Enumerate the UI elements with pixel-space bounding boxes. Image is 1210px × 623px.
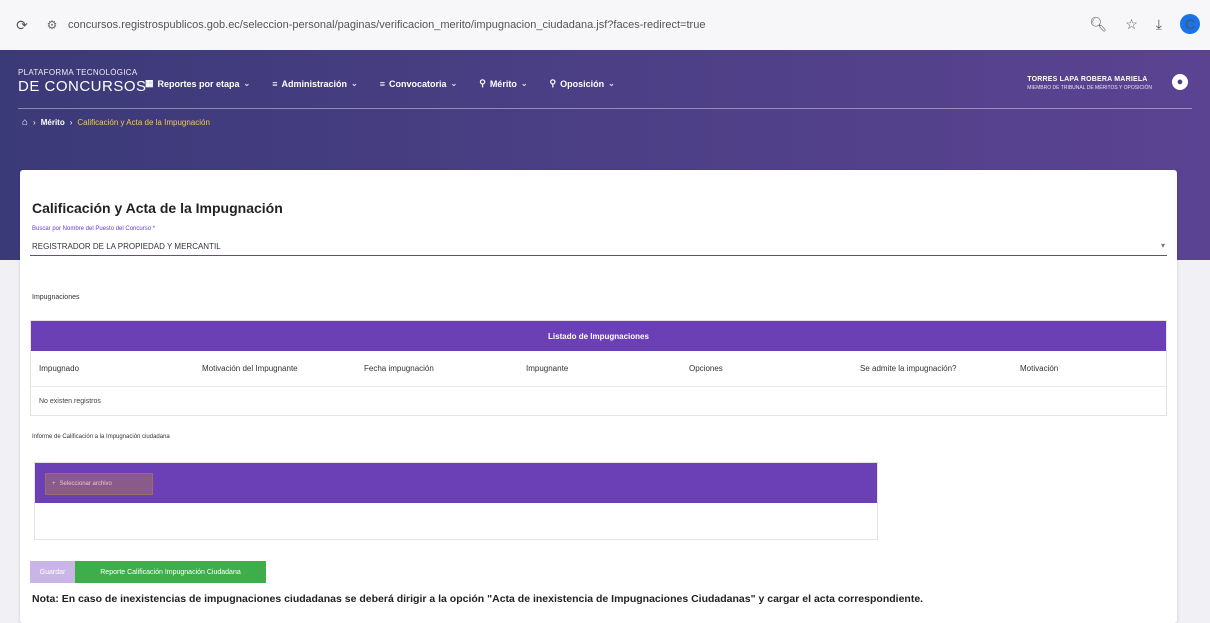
nav-oposicion-label: Oposición — [560, 78, 605, 89]
zoom-icon[interactable]: 🔍︎ — [1089, 16, 1107, 33]
report-icon: ▦ — [145, 78, 154, 88]
chevron-down-icon[interactable]: ▾ — [1161, 241, 1165, 250]
reload-icon[interactable]: ⟳ — [12, 17, 32, 34]
nav-merito[interactable]: ⚲ Mérito ⌄ — [479, 78, 527, 89]
table-header-row: Impugnado Motivación del Impugnante Fech… — [31, 351, 1166, 387]
plus-icon: + — [52, 481, 56, 487]
position-select-value: REGISTRADOR DE LA PROPIEDAD Y MERCANTIL — [32, 242, 221, 251]
chevron-down-icon: ⌄ — [243, 79, 251, 88]
user-info: TORRES LAPA ROBERA MARIELA MIEMBRO DE TR… — [1027, 76, 1152, 91]
breadcrumb: ⌂ › Mérito › Calificación y Acta de la I… — [22, 117, 210, 128]
brand-small-text: PLATAFORMA TECNOLÓGICA — [18, 68, 138, 77]
home-icon[interactable]: ⌂ — [22, 117, 28, 128]
admin-icon: ≡ — [272, 78, 278, 89]
nav-convocatoria[interactable]: ≡ Convocatoria ⌄ — [380, 78, 457, 89]
report-label: Informe de Calificación a la Impugnación… — [32, 434, 170, 440]
breadcrumb-item-merito[interactable]: Mérito — [41, 118, 65, 127]
select-label: Buscar por Nombre del Puesto del Concurs… — [32, 226, 156, 232]
chevron-down-icon: ⌄ — [520, 79, 528, 88]
user-icon: ⚲ — [479, 78, 486, 88]
save-button[interactable]: Guardar — [30, 561, 75, 583]
top-navigation: ▦ Reportes por etapa ⌄ ≡ Administración … — [145, 78, 615, 89]
nav-merito-label: Mérito — [489, 78, 517, 89]
select-file-label: Seleccionar archivo — [59, 481, 112, 487]
impugnaciones-table: Listado de Impugnaciones Impugnado Motiv… — [30, 320, 1167, 416]
position-select[interactable]: REGISTRADOR DE LA PROPIEDAD Y MERCANTIL … — [30, 238, 1167, 256]
column-header[interactable]: Impugnante — [518, 364, 681, 373]
nav-administracion[interactable]: ≡ Administración ⌄ — [272, 78, 357, 89]
nav-convocatoria-label: Convocatoria — [389, 78, 447, 89]
file-upload-bar: + Seleccionar archivo — [35, 463, 877, 503]
chevron-down-icon: ⌄ — [608, 79, 615, 88]
action-buttons: Guardar Reporte Calificación Impugnación… — [30, 561, 266, 583]
account-icon[interactable]: ● — [1172, 74, 1188, 90]
page-title: Calificación y Acta de la Impugnación — [32, 200, 283, 216]
column-header[interactable]: Opciones — [681, 364, 852, 373]
header-divider — [18, 108, 1192, 109]
brand-big-text: DE CONCURSOS — [18, 78, 147, 95]
user-name: TORRES LAPA ROBERA MARIELA — [1027, 76, 1148, 83]
column-header[interactable]: Motivación del Impugnante — [194, 364, 356, 373]
table-empty-message: No existen registros — [39, 397, 101, 405]
nav-oposicion[interactable]: ⚲ Oposición ⌄ — [550, 78, 615, 89]
breadcrumb-current: Calificación y Acta de la Impugnación — [77, 118, 210, 127]
browser-toolbar: ⟳ ⚙ concursos.registrospublicos.gob.ec/s… — [0, 0, 1210, 50]
download-icon[interactable]: ⤓ — [1156, 16, 1162, 33]
chevron-down-icon: ⌄ — [450, 79, 458, 88]
select-file-button[interactable]: + Seleccionar archivo — [45, 473, 153, 495]
report-button[interactable]: Reporte Calificación Impugnación Ciudada… — [75, 561, 266, 583]
browser-actions: 🔍︎ ☆ ⤓ C — [1089, 14, 1200, 34]
column-header[interactable]: Fecha impugnación — [356, 364, 518, 373]
file-upload-box: + Seleccionar archivo — [34, 462, 878, 540]
column-header[interactable]: Impugnado — [31, 364, 194, 373]
main-card: Calificación y Acta de la Impugnación Bu… — [20, 170, 1177, 623]
nav-reportes[interactable]: ▦ Reportes por etapa ⌄ — [145, 78, 250, 89]
note-text: Nota: En caso de inexistencias de impugn… — [32, 593, 924, 605]
list-icon: ≡ — [379, 78, 385, 89]
nav-administracion-label: Administración — [281, 78, 348, 89]
user-role: MIEMBRO DE TRIBUNAL DE MÉRITOS Y OPOSICI… — [1027, 85, 1152, 91]
profile-avatar[interactable]: C — [1180, 14, 1200, 34]
bookmark-star-icon[interactable]: ☆ — [1125, 16, 1138, 33]
column-header[interactable]: Se admite la impugnación? — [852, 364, 1012, 373]
table-title: Listado de Impugnaciones — [31, 321, 1166, 351]
impugnaciones-label: Impugnaciones — [32, 294, 80, 301]
address-bar[interactable]: concursos.registrospublicos.gob.ec/selec… — [68, 19, 1068, 31]
user-icon: ⚲ — [549, 78, 557, 88]
breadcrumb-separator: › — [33, 118, 36, 127]
chevron-down-icon: ⌄ — [351, 79, 358, 88]
site-info-icon[interactable]: ⚙ — [42, 18, 62, 32]
column-header[interactable]: Motivación — [1012, 364, 1162, 373]
breadcrumb-separator: › — [69, 118, 73, 127]
nav-reportes-label: Reportes por etapa — [157, 78, 240, 89]
brand-logo[interactable]: PLATAFORMA TECNOLÓGICA DE CONCURSOS — [18, 68, 147, 95]
